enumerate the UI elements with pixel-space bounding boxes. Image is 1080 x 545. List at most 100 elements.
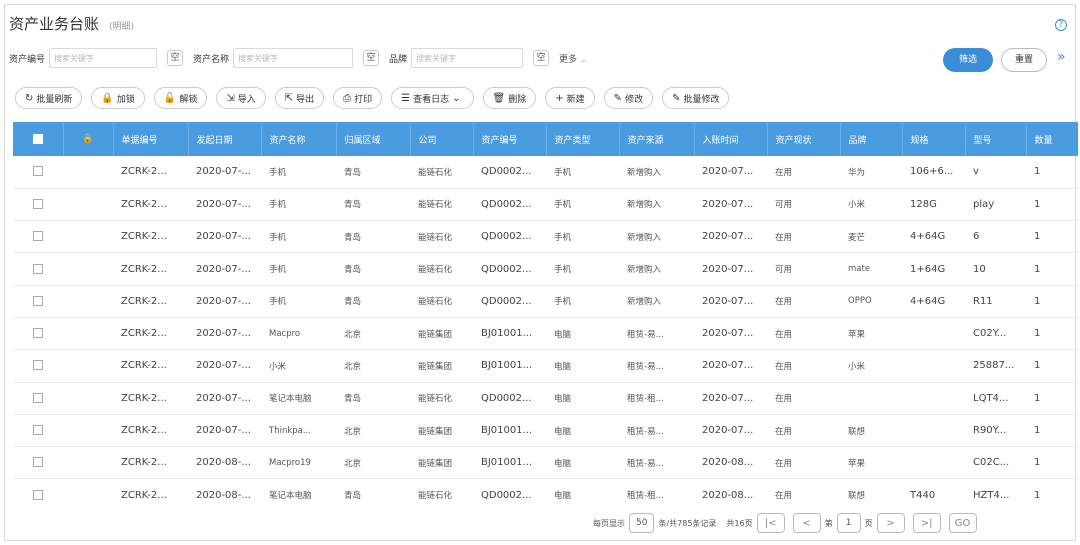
table-row[interactable]: ZCRK-2... 2020-07-... 手机 青岛 能链石化 QD0002... 手机新… — [13, 156, 1078, 189]
table-cell: LQT4... — [965, 382, 1026, 415]
table-cell — [902, 414, 965, 448]
column-header[interactable]: 资产现状 — [767, 122, 841, 156]
table-cell: 1 — [1026, 317, 1078, 351]
table-row[interactable]: ZCRK-2... 2020-07-... Macpro 北京 能链集团 BJ01001.… — [13, 317, 1078, 351]
column-header[interactable]: 规格 — [902, 122, 966, 156]
select-all-checkbox[interactable] — [13, 122, 64, 156]
brand-input[interactable]: 搜索关键字 — [411, 48, 524, 68]
table-cell: 2020-07... — [694, 156, 767, 189]
import-button[interactable]: ⇲ 导入 — [216, 87, 266, 109]
edit-button[interactable]: ✎ 修改 — [603, 87, 654, 109]
table-cell: 2020-07... — [694, 349, 767, 383]
table-cell: 能链集团 — [410, 414, 473, 448]
asset-no-input[interactable]: 搜索关键字 — [49, 48, 158, 68]
column-header[interactable]: 品牌 — [840, 122, 903, 156]
row-checkbox[interactable] — [13, 252, 63, 286]
column-header[interactable]: 型号 — [965, 122, 1027, 156]
last-page-button[interactable]: >| — [912, 513, 941, 533]
chevron-down-icon: ⌄ — [452, 92, 461, 104]
table-cell: 2020-07-... — [188, 349, 261, 383]
page-number-input[interactable]: 1 — [836, 513, 861, 533]
export-button[interactable]: ⇱ 导出 — [274, 87, 325, 109]
row-checkbox[interactable] — [13, 414, 63, 448]
unlock-button[interactable]: 🔓 解锁 — [153, 87, 208, 109]
double-chevron-right-icon[interactable]: » — [1057, 49, 1066, 65]
table-row[interactable]: ZCRK-2... 2020-08-... 笔记本电脑 青岛 能链石化 QD0002...… — [13, 478, 1078, 506]
column-header[interactable]: 数量 — [1026, 122, 1078, 156]
table-cell: 租赁-易... — [619, 317, 694, 351]
next-page-button[interactable]: > — [876, 513, 905, 533]
table-cell: 能链石化 — [410, 478, 473, 506]
brand-empty-toggle[interactable]: 空 — [533, 50, 550, 66]
reset-button[interactable]: 重置 — [1001, 48, 1047, 72]
table-cell: 2020-07-... — [188, 414, 261, 448]
help-icon[interactable]: ? — [1055, 19, 1067, 31]
table-row[interactable]: ZCRK-2... 2020-07-... Thinkpa... 北京 能链集团 BJ01… — [13, 414, 1078, 448]
table-row[interactable]: ZCRK-2... 2020-07-... 手机 青岛 能链石化 QD0002... 手机新… — [13, 252, 1078, 286]
column-header[interactable]: 发起日期 — [188, 122, 262, 156]
table-row[interactable]: ZCRK-2... 2020-07-... 小米 北京 能链集团 BJ01001... 电脑… — [13, 349, 1078, 383]
table-row[interactable]: ZCRK-2... 2020-07-... 手机 青岛 能链石化 QD0002... 手机新… — [13, 188, 1078, 222]
row-checkbox[interactable] — [13, 478, 63, 506]
column-header[interactable]: 资产类型 — [546, 122, 620, 156]
table-cell: BJ01001... — [473, 446, 546, 480]
row-checkbox[interactable] — [13, 220, 63, 254]
table-cell: 电脑 — [546, 414, 619, 448]
table-cell: BJ01001... — [473, 414, 546, 448]
row-checkbox[interactable] — [13, 382, 63, 415]
table-row[interactable]: ZCRK-2... 2020-07-... 手机 青岛 能链石化 QD0002... 手机新… — [13, 220, 1078, 254]
column-header[interactable]: 入账时间 — [694, 122, 768, 156]
table-row[interactable]: ZCRK-2... 2020-07-... 手机 青岛 能链石化 QD0002... 手机新… — [13, 285, 1078, 318]
per-page-select[interactable]: 50 — [629, 513, 655, 533]
table-cell: 可用 — [767, 188, 840, 222]
prev-page-button[interactable]: < — [792, 513, 821, 533]
more-filters-toggle[interactable]: 更多 ⌄ — [559, 52, 587, 65]
total-pages-label: 共16页 — [726, 518, 753, 528]
table-cell: 2020-08-... — [188, 478, 261, 506]
row-checkbox[interactable] — [13, 349, 63, 383]
go-button[interactable]: GO — [948, 513, 977, 533]
table-cell: Macpro — [261, 317, 336, 351]
filter-label-asset-no: 资产编号 — [9, 54, 46, 65]
log-icon: ☰ — [401, 92, 411, 104]
print-button[interactable]: ⎙ 打印 — [333, 87, 383, 109]
column-header[interactable]: 资产编号 — [473, 122, 547, 156]
column-header[interactable]: 归属区域 — [336, 122, 411, 156]
asset-name-input[interactable]: 搜索关键字 — [233, 48, 354, 68]
table-row[interactable]: ZCRK-2... 2020-08-... Macpro19 北京 能链集团 BJ0100… — [13, 446, 1078, 480]
row-checkbox[interactable] — [13, 188, 63, 222]
table-cell: 笔记本电脑 — [261, 478, 336, 506]
table-cell: 106+6... — [902, 156, 965, 189]
column-header[interactable]: 资产名称 — [261, 122, 337, 156]
query-button[interactable]: 筛选 — [943, 48, 993, 72]
lock-cell — [63, 285, 113, 318]
row-checkbox[interactable] — [13, 446, 63, 480]
checkbox-icon — [33, 198, 43, 209]
table-row[interactable]: ZCRK-2... 2020-07-... 笔记本电脑 青岛 能链石化 QD0002...… — [13, 382, 1078, 415]
table-cell — [902, 382, 965, 415]
view-log-button[interactable]: ☰ 查看日志 ⌄ — [391, 87, 474, 109]
table-cell: C02C... — [965, 446, 1026, 480]
lock-button[interactable]: 🔒 加锁 — [91, 87, 145, 109]
table-cell: 能链石化 — [410, 252, 473, 286]
batch-edit-button[interactable]: ✎ 批量修改 — [662, 87, 730, 109]
table-cell: ZCRK-2... — [113, 156, 188, 189]
delete-button[interactable]: 🗑 删除 — [482, 87, 537, 109]
first-page-button[interactable]: |< — [756, 513, 785, 533]
refresh-icon: ↻ — [25, 92, 34, 104]
row-checkbox[interactable] — [13, 285, 63, 318]
column-header[interactable]: 单据编号 — [113, 122, 189, 156]
column-header[interactable]: 公司 — [410, 122, 474, 156]
table-cell: 1+64G — [902, 252, 965, 286]
table-cell: ZCRK-2... — [113, 285, 188, 318]
batch-refresh-button[interactable]: ↻ 批量刷新 — [15, 87, 83, 109]
row-checkbox[interactable] — [13, 317, 63, 351]
asset-name-empty-toggle[interactable]: 空 — [363, 50, 380, 66]
new-button[interactable]: + 新建 — [545, 87, 595, 109]
lock-column-header: 🔒 — [63, 122, 114, 156]
row-checkbox[interactable] — [13, 156, 63, 189]
table-cell: QD0002... — [473, 382, 546, 415]
column-header[interactable]: 资产来源 — [619, 122, 695, 156]
asset-no-empty-toggle[interactable]: 空 — [167, 50, 184, 66]
per-page-label: 每页显示 — [593, 518, 625, 528]
